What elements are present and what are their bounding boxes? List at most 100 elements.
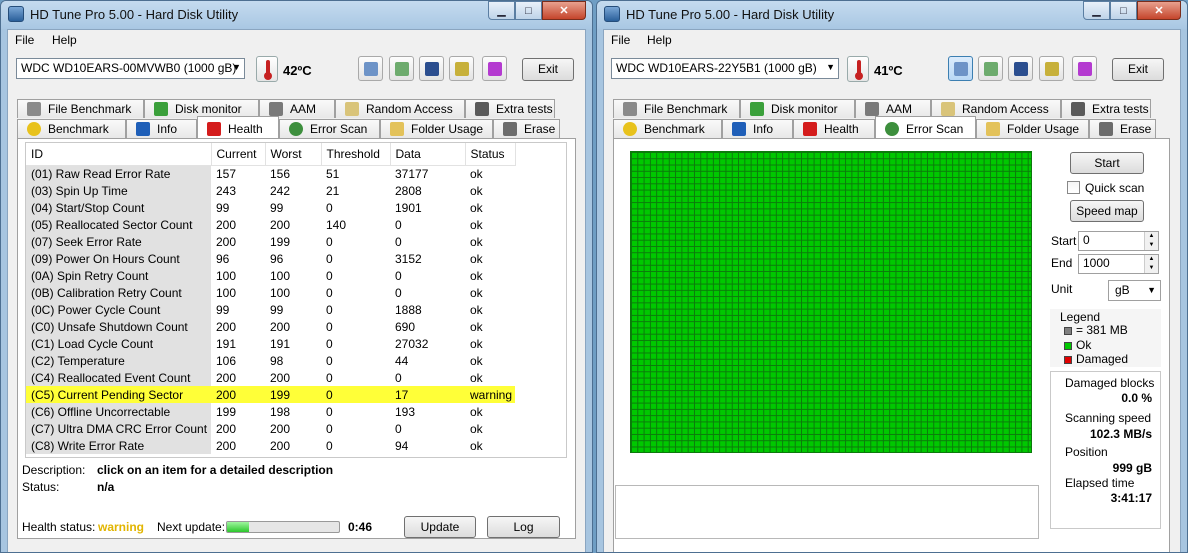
column-header-current[interactable]: Current — [211, 143, 266, 166]
copy-all-icon — [394, 61, 409, 76]
table-row[interactable]: (C8) Write Error Rate 200 200 0 94 ok — [26, 437, 515, 454]
cell-threshold: 0 — [321, 386, 390, 403]
options-button[interactable] — [449, 56, 474, 81]
menu-file[interactable]: File — [15, 33, 34, 47]
tab-folder-usage[interactable]: Folder Usage — [976, 119, 1089, 138]
column-header-id[interactable]: ID — [26, 143, 212, 166]
thermometer-icon — [256, 56, 278, 82]
table-row[interactable]: (C4) Reallocated Event Count 200 200 0 0 ok — [26, 369, 515, 386]
tab-label: Error Scan — [310, 122, 368, 136]
left-client-area: File Help WDC WD10EARS-00MVWB0 (1000 gB)… — [7, 29, 586, 552]
drive-select[interactable]: WDC WD10EARS-22Y5B1 (1000 gB) ▼ — [611, 58, 839, 79]
quick-scan-checkbox[interactable] — [1067, 181, 1080, 194]
table-row[interactable]: (C6) Offline Uncorrectable 199 198 0 193 ok — [26, 403, 515, 420]
tab-extra-tests[interactable]: Extra tests — [465, 99, 555, 118]
exit-button[interactable]: Exit — [1112, 58, 1164, 81]
spin-up-icon[interactable]: ▲ — [1144, 255, 1158, 264]
minimize-button[interactable]: ▁ — [488, 1, 515, 20]
copy-screenshot-button[interactable] — [978, 56, 1003, 81]
update-button[interactable]: Update — [404, 516, 476, 538]
table-row[interactable]: (C2) Temperature 106 98 0 44 ok — [26, 352, 515, 369]
red-cross-icon — [207, 122, 221, 136]
table-row[interactable]: (05) Reallocated Sector Count 200 200 140 0 o… — [26, 216, 515, 233]
drive-select[interactable]: WDC WD10EARS-00MVWB0 (1000 gB) ▼ — [16, 58, 245, 79]
tab-health[interactable]: Health — [197, 116, 279, 138]
menu-help[interactable]: Help — [647, 33, 672, 47]
table-row[interactable]: (09) Power On Hours Count 96 96 0 3152 ok — [26, 250, 515, 267]
table-row[interactable]: (0A) Spin Retry Count 100 100 0 0 ok — [26, 267, 515, 284]
cell-worst: 200 — [270, 438, 291, 453]
table-row[interactable]: (0C) Power Cycle Count 99 99 0 1888 ok — [26, 301, 515, 318]
cell-status: ok — [470, 251, 483, 266]
copy-info-button[interactable] — [948, 56, 973, 81]
table-row[interactable]: (C0) Unsafe Shutdown Count 200 200 0 690 ok — [26, 318, 515, 335]
table-row[interactable]: (0B) Calibration Retry Count 100 100 0 0 ok — [26, 284, 515, 301]
speed-map-button[interactable]: Speed map — [1070, 200, 1144, 222]
copy-info-button[interactable] — [358, 56, 383, 81]
column-header-data[interactable]: Data — [390, 143, 466, 166]
column-header-worst[interactable]: Worst — [265, 143, 322, 166]
end-spinner[interactable]: 1000 ▲ ▼ — [1078, 254, 1159, 274]
tab-info[interactable]: Info — [722, 119, 793, 138]
tab-benchmark[interactable]: Benchmark — [613, 119, 722, 138]
table-row[interactable]: (03) Spin Up Time 243 242 21 2808 ok — [26, 182, 515, 199]
maximize-icon: □ — [525, 4, 532, 17]
options-icon — [1044, 61, 1059, 76]
cell-data: 193 — [395, 404, 416, 419]
tab-error-scan[interactable]: Error Scan — [875, 116, 976, 138]
tab-random-access[interactable]: Random Access — [335, 99, 465, 118]
spin-up-icon[interactable]: ▲ — [1144, 232, 1158, 241]
tab-benchmark[interactable]: Benchmark — [17, 119, 126, 138]
table-row[interactable]: (07) Seek Error Rate 200 199 0 0 ok — [26, 233, 515, 250]
spin-down-icon[interactable]: ▼ — [1144, 264, 1158, 273]
table-row[interactable]: (C1) Load Cycle Count 191 191 0 27032 ok — [26, 335, 515, 352]
table-row[interactable]: (C5) Current Pending Sector 200 199 0 17 warn… — [26, 386, 515, 403]
next-update-progress-fill — [227, 522, 250, 532]
tab-health[interactable]: Health — [793, 119, 875, 138]
tab-info[interactable]: Info — [126, 119, 197, 138]
elapsed-time-label: Elapsed time — [1065, 476, 1135, 490]
tab-erase[interactable]: Erase — [493, 119, 560, 138]
right-title-bar[interactable]: HD Tune Pro 5.00 - Hard Disk Utility ▁ □… — [597, 1, 1187, 29]
start-spinner[interactable]: 0 ▲ ▼ — [1078, 231, 1159, 251]
tab-disk-monitor[interactable]: Disk monitor — [740, 99, 855, 118]
tab-file-benchmark[interactable]: File Benchmark — [17, 99, 144, 118]
cell-threshold: 0 — [326, 336, 333, 351]
unit-select[interactable]: gB ▼ — [1108, 280, 1161, 301]
copy-screenshot-button[interactable] — [389, 56, 414, 81]
options-button[interactable] — [1039, 56, 1064, 81]
cell-threshold: 0 — [326, 251, 333, 266]
download-button[interactable] — [1072, 56, 1097, 81]
column-header-threshold[interactable]: Threshold — [321, 143, 391, 166]
maximize-button[interactable]: □ — [1110, 1, 1137, 20]
close-button[interactable]: ✕ — [1137, 1, 1181, 20]
table-row[interactable]: (04) Start/Stop Count 99 99 0 1901 ok — [26, 199, 515, 216]
download-button[interactable] — [482, 56, 507, 81]
tab-row-top: File Benchmark Disk monitor AAM Random A… — [17, 99, 555, 118]
start-button[interactable]: Start — [1070, 152, 1144, 174]
exit-button[interactable]: Exit — [522, 58, 574, 81]
scan-block-grid — [630, 151, 1032, 453]
cell-current: 96 — [216, 251, 230, 266]
next-update-label: Next update: — [157, 520, 226, 534]
left-title-bar[interactable]: HD Tune Pro 5.00 - Hard Disk Utility ▁ □… — [1, 1, 592, 29]
tab-extra-tests[interactable]: Extra tests — [1061, 99, 1151, 118]
table-row[interactable]: (01) Raw Read Error Rate 157 156 51 37177 ok — [26, 165, 515, 182]
column-header-status[interactable]: Status — [465, 143, 516, 166]
spin-down-icon[interactable]: ▼ — [1144, 241, 1158, 250]
close-button[interactable]: ✕ — [542, 1, 586, 20]
maximize-button[interactable]: □ — [515, 1, 542, 20]
cell-worst: 100 — [270, 268, 291, 283]
menu-help[interactable]: Help — [52, 33, 77, 47]
save-button[interactable] — [419, 56, 444, 81]
log-button[interactable]: Log — [487, 516, 560, 538]
tab-erase[interactable]: Erase — [1089, 119, 1156, 138]
random-access-icon — [941, 102, 955, 116]
tab-folder-usage[interactable]: Folder Usage — [380, 119, 493, 138]
menu-file[interactable]: File — [611, 33, 630, 47]
tab-error-scan[interactable]: Error Scan — [279, 119, 380, 138]
minimize-button[interactable]: ▁ — [1083, 1, 1110, 20]
table-row[interactable]: (C7) Ultra DMA CRC Error Count 200 200 0 0 ok — [26, 420, 515, 437]
save-button[interactable] — [1008, 56, 1033, 81]
tab-file-benchmark[interactable]: File Benchmark — [613, 99, 740, 118]
